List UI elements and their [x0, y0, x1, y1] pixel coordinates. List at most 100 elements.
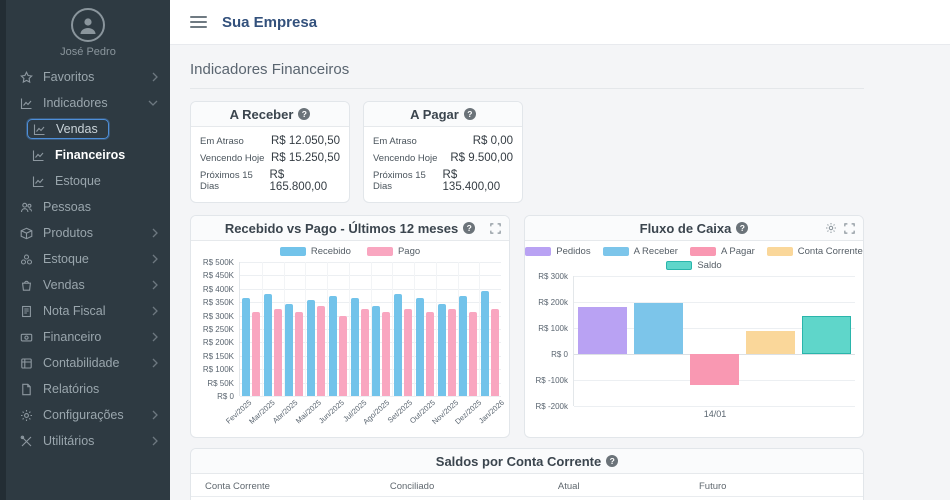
sidebar-item-configurações[interactable]: Configurações: [6, 402, 170, 428]
gear-icon[interactable]: [825, 222, 837, 234]
summary-row-item: Próximos 15 DiasR$ 165.800,00: [200, 166, 340, 195]
bar-pago: [404, 309, 412, 396]
bar-recebido: [438, 304, 446, 396]
sidebar-item-vendas[interactable]: Vendas: [6, 272, 170, 298]
summary-label: Próximos 15 Dias: [373, 170, 443, 192]
y-tick-label: R$ 50K: [207, 379, 234, 388]
sidebar-item-utilitários[interactable]: Utilitários: [6, 428, 170, 454]
bar-pago: [295, 312, 303, 396]
topbar: Sua Empresa: [170, 0, 950, 45]
bar-recebido: [329, 296, 337, 396]
sidebar-item-relatórios[interactable]: Relatórios: [6, 376, 170, 402]
cart-icon: [20, 279, 34, 292]
legend-swatch: [767, 247, 793, 256]
help-icon[interactable]: ?: [463, 222, 475, 234]
bar-conta-corrente: [746, 331, 795, 354]
bar-group: [240, 262, 262, 396]
legend-item-recebido[interactable]: Recebido: [280, 246, 351, 257]
summary-row-item: Próximos 15 DiasR$ 135.400,00: [373, 166, 513, 195]
legend-item-saldo[interactable]: Saldo: [666, 260, 721, 271]
sidebar-item-label: Contabilidade: [43, 356, 119, 370]
legend-label: Saldo: [697, 260, 721, 271]
summary-label: Vencendo Hoje: [373, 153, 437, 164]
chart-line-icon: [20, 97, 34, 110]
user-name: José Pedro: [6, 46, 170, 58]
y-tick-label: R$ -200k: [536, 402, 568, 411]
sidebar-item-label: Utilitários: [43, 434, 94, 448]
accounts-card-title: Saldos por Conta Corrente: [436, 454, 601, 469]
expand-icon[interactable]: [844, 223, 855, 234]
legend-item-pago[interactable]: Pago: [367, 246, 420, 257]
summary-row-item: Em AtrasoR$ 12.050,50: [200, 132, 340, 149]
help-icon[interactable]: ?: [464, 108, 476, 120]
y-tick-label: R$ 0: [551, 350, 568, 359]
legend-item-a-pagar[interactable]: A Pagar: [690, 246, 755, 257]
chart2-legend-row2: Saldo: [525, 260, 863, 271]
chart2-title: Fluxo de Caixa: [640, 221, 732, 236]
help-icon[interactable]: ?: [298, 108, 310, 120]
sidebar-item-pessoas[interactable]: Pessoas: [6, 194, 170, 220]
bar-pago: [426, 312, 434, 396]
accounts-table-body: Banco Principal - PJR$ 85.430,00R$ 85.43…: [191, 497, 863, 500]
sidebar-item-label: Vendas: [56, 122, 98, 136]
bar-pago: [361, 309, 369, 396]
user-profile[interactable]: José Pedro: [6, 0, 170, 64]
bar-pago: [491, 309, 499, 396]
ledger-icon: [20, 357, 34, 370]
legend-item-a-receber[interactable]: A Receber: [603, 246, 678, 257]
sidebar-item-financeiros[interactable]: Financeiros: [6, 142, 170, 168]
chevron-right-icon: [152, 306, 158, 316]
summary-value: R$ 12.050,50: [271, 135, 340, 147]
y-tick-label: R$ 300k: [538, 272, 568, 281]
sidebar-item-produtos[interactable]: Produtos: [6, 220, 170, 246]
bar-recebido: [351, 298, 359, 396]
summary-label: Vencendo Hoje: [200, 153, 264, 164]
bar-recebido: [372, 306, 380, 396]
y-tick-label: R$ 400K: [203, 285, 234, 294]
sidebar-item-estoque[interactable]: Estoque: [6, 168, 170, 194]
bar-pago: [469, 312, 477, 396]
bar-recebido: [394, 294, 402, 396]
card-a-pagar-title: A Pagar: [410, 107, 459, 122]
bar-pago: [339, 316, 347, 396]
company-name[interactable]: Sua Empresa: [222, 14, 317, 31]
summary-value: R$ 15.250,50: [271, 152, 340, 164]
chart1-title: Recebido vs Pago - Últimos 12 meses: [225, 221, 458, 236]
gear-icon: [20, 409, 34, 422]
help-icon[interactable]: ?: [736, 222, 748, 234]
y-tick-label: R$ 250K: [203, 325, 234, 334]
bar-group: [436, 262, 458, 396]
file-icon: [20, 383, 34, 396]
bar-recebido: [416, 298, 424, 396]
bar-pedidos: [578, 307, 627, 354]
chart-fluxo-de-caixa: Fluxo de Caixa ? Pedidos A Receber A Pagar…: [524, 215, 864, 438]
y-tick-label: R$ 150K: [203, 352, 234, 361]
y-tick-label: R$ 300K: [203, 312, 234, 321]
legend-swatch: [690, 247, 716, 256]
y-tick-label: R$ 450K: [203, 271, 234, 280]
bar-recebido: [264, 294, 272, 396]
bar-group: [262, 262, 284, 396]
sidebar-item-label: Financeiros: [55, 148, 125, 162]
legend-item-pedidos[interactable]: Pedidos: [525, 246, 590, 257]
bar-recebido: [459, 296, 467, 396]
card-a-pagar-body: Em AtrasoR$ 0,00Vencendo HojeR$ 9.500,00…: [364, 127, 522, 202]
sidebar-item-indicadores[interactable]: Indicadores: [6, 90, 170, 116]
bar-pago: [382, 312, 390, 396]
hamburger-menu-icon[interactable]: [190, 13, 207, 31]
chart1-legend: Recebido Pago: [191, 246, 509, 257]
sidebar-item-nota-fiscal[interactable]: Nota Fiscal: [6, 298, 170, 324]
sidebar-item-vendas[interactable]: Vendas: [6, 116, 170, 142]
bar-pago: [252, 312, 260, 396]
legend-swatch: [367, 247, 393, 256]
sidebar-item-financeiro[interactable]: Financeiro: [6, 324, 170, 350]
help-icon[interactable]: ?: [606, 455, 618, 467]
bar-recebido: [307, 300, 315, 396]
sidebar-item-estoque[interactable]: Estoque: [6, 246, 170, 272]
bar-group: [458, 262, 480, 396]
summary-row-item: Vencendo Hoje R$ 15.250,50: [200, 149, 340, 166]
legend-item-conta-corrente[interactable]: Conta Corrente: [767, 246, 863, 257]
sidebar-item-favoritos[interactable]: Favoritos: [6, 64, 170, 90]
sidebar-item-contabilidade[interactable]: Contabilidade: [6, 350, 170, 376]
expand-icon[interactable]: [490, 223, 501, 234]
